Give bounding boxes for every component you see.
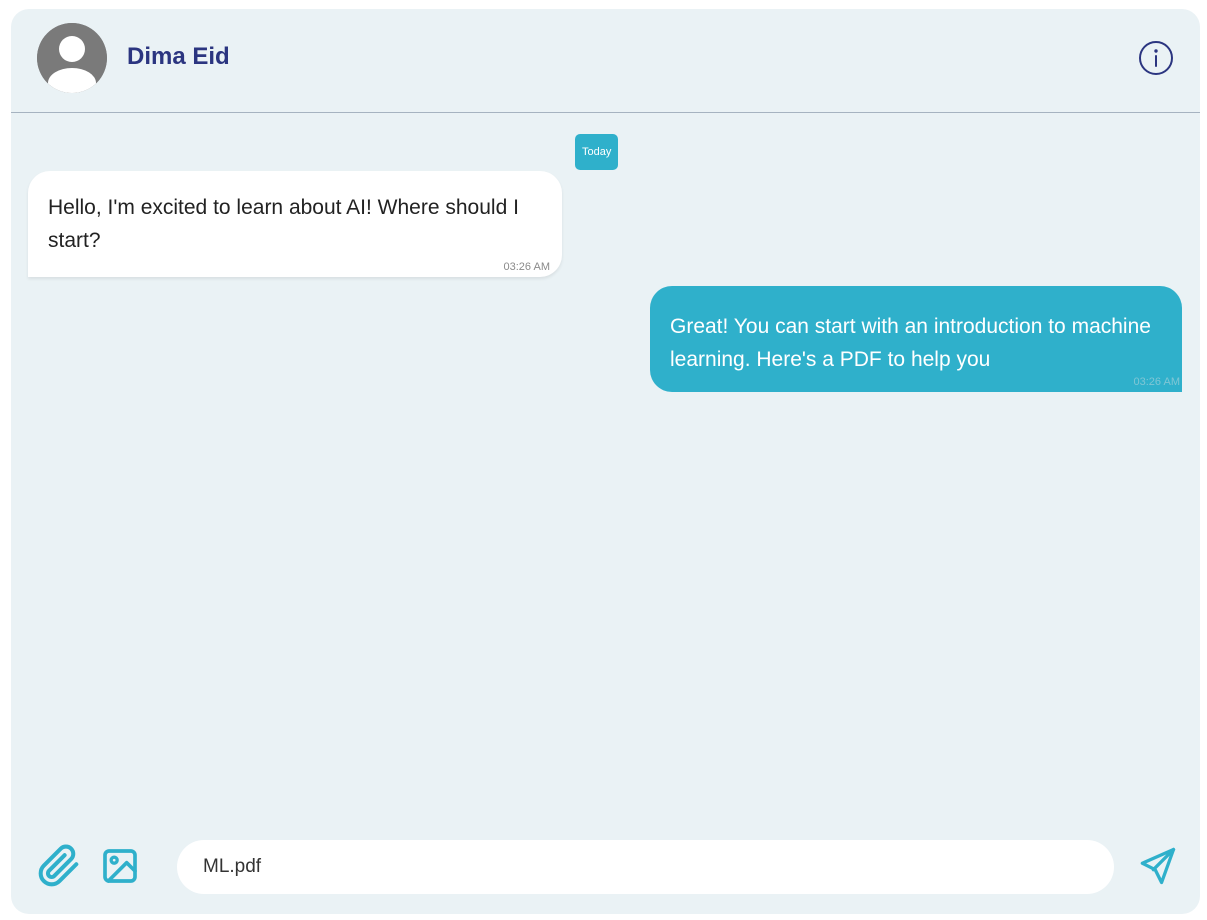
- date-badge: Today: [575, 134, 619, 170]
- info-icon: [1139, 41, 1173, 75]
- message-text: Great! You can start with an introductio…: [670, 315, 1151, 371]
- send-button[interactable]: [1135, 844, 1179, 888]
- message-input[interactable]: [177, 840, 1114, 894]
- message-timestamp: 03:26 AM: [503, 261, 550, 273]
- user-avatar-icon: [37, 23, 107, 93]
- message-timestamp: 03:26 AM: [1133, 376, 1180, 388]
- message-composer: [11, 824, 1200, 914]
- attach-file-button[interactable]: [37, 844, 81, 888]
- send-icon: [1140, 847, 1176, 885]
- contact-name[interactable]: Dima Eid: [127, 43, 230, 71]
- chat-header: Dima Eid: [11, 9, 1200, 113]
- avatar[interactable]: [37, 23, 107, 93]
- info-button[interactable]: [1137, 39, 1175, 77]
- paperclip-icon: [38, 844, 79, 887]
- chat-window: Dima Eid Today Hello, I'm excited to lea…: [11, 9, 1200, 914]
- message-text: Hello, I'm excited to learn about AI! Wh…: [48, 196, 519, 252]
- message-outgoing[interactable]: Great! You can start with an introductio…: [650, 286, 1182, 392]
- image-icon: [103, 849, 137, 883]
- message-incoming[interactable]: Hello, I'm excited to learn about AI! Wh…: [28, 171, 562, 277]
- attach-image-button[interactable]: [100, 846, 140, 886]
